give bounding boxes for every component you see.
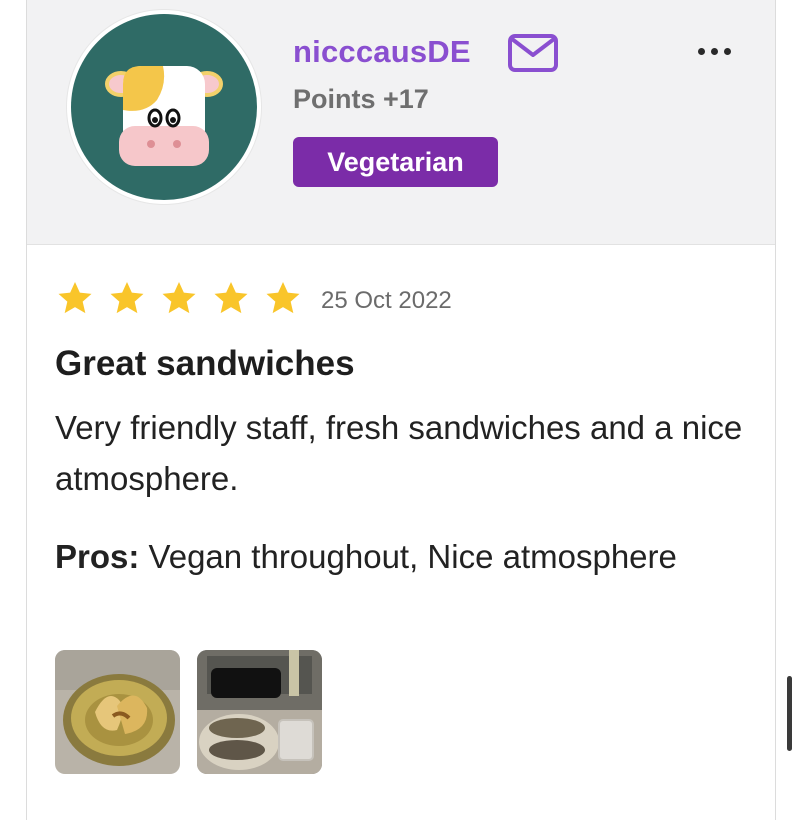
cow-avatar-icon — [71, 14, 257, 200]
avatar[interactable] — [67, 10, 261, 204]
star-icon — [162, 282, 196, 314]
star-icon — [266, 282, 300, 314]
star-icon — [58, 282, 92, 314]
star-icon — [214, 282, 248, 314]
more-dot-icon — [711, 48, 718, 55]
review-pros: Pros: Vegan throughout, Nice atmosphere — [55, 531, 755, 582]
review-photo-1[interactable] — [55, 650, 180, 774]
scrollbar[interactable] — [787, 676, 792, 751]
review-photo-2[interactable] — [197, 650, 322, 774]
review-date: 25 Oct 2022 — [321, 287, 452, 314]
pros-text: Vegan throughout, Nice atmosphere — [139, 538, 677, 575]
food-plate-photo — [55, 650, 180, 774]
pros-label: Pros: — [55, 538, 140, 575]
review-header: nicccausDE Points +17 Vegetarian — [27, 0, 775, 245]
star-icon — [110, 282, 144, 314]
review-body: Very friendly staff, fresh sandwiches an… — [55, 409, 743, 497]
review-title: Great sandwiches — [55, 344, 355, 383]
more-dot-icon — [698, 48, 705, 55]
diet-badge: Vegetarian — [293, 137, 498, 187]
mail-icon[interactable] — [507, 33, 559, 78]
more-options-button[interactable] — [694, 38, 734, 66]
sandwich-table-photo — [197, 650, 322, 774]
username-link[interactable]: nicccausDE — [293, 34, 471, 70]
review-card: nicccausDE Points +17 Vegetarian 25 Oct … — [26, 0, 776, 820]
user-points: Points +17 — [293, 84, 429, 114]
more-dot-icon — [724, 48, 731, 55]
